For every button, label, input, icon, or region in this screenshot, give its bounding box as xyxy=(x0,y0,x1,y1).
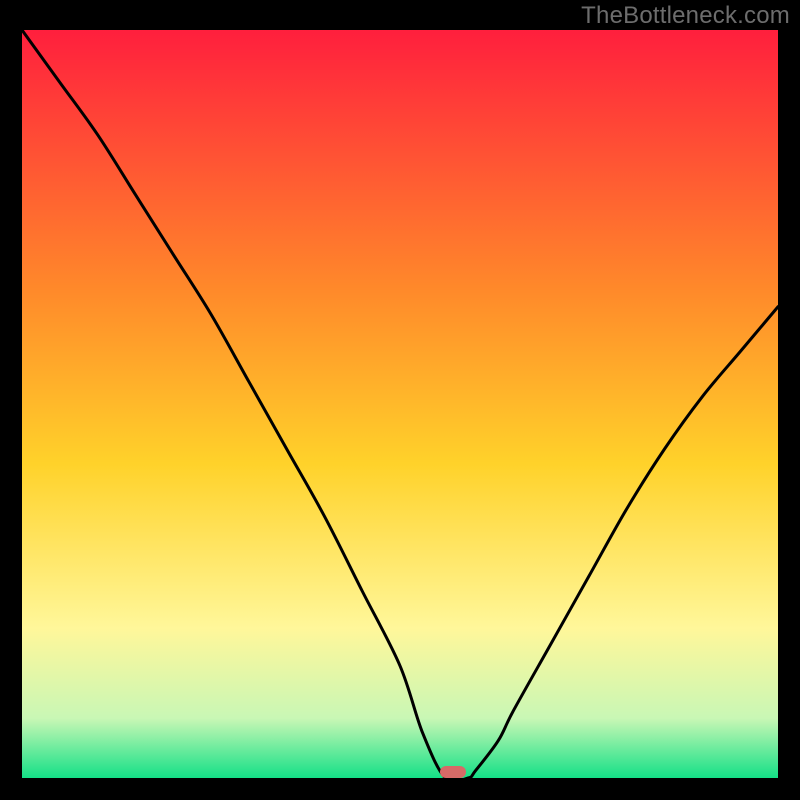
optimum-marker xyxy=(440,766,466,778)
plot-svg xyxy=(22,30,778,778)
watermark-text: TheBottleneck.com xyxy=(581,2,790,30)
chart-frame: TheBottleneck.com xyxy=(0,0,800,800)
plot-area xyxy=(22,30,778,778)
